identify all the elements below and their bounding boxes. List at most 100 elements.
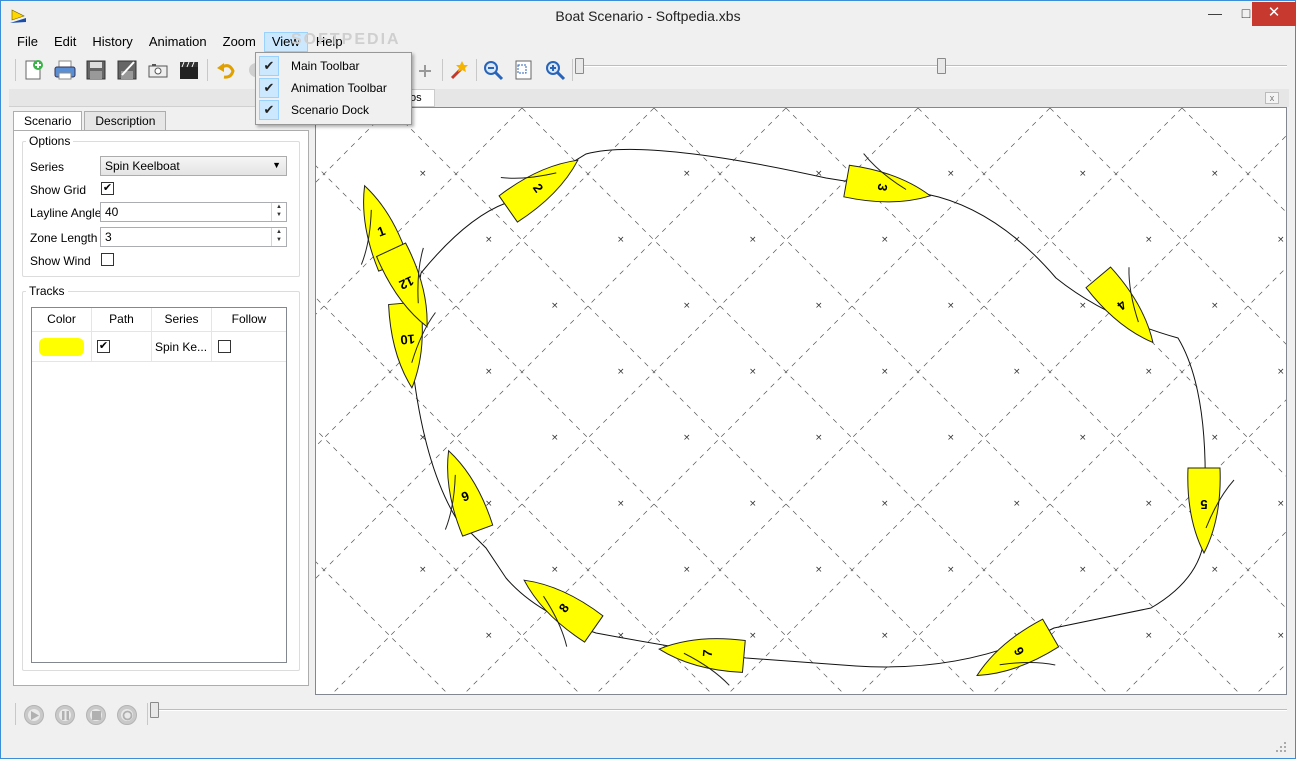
series-label: Series (30, 160, 65, 174)
loop-icon[interactable] (117, 705, 137, 725)
save-icon[interactable] (83, 57, 109, 83)
menu-history[interactable]: History (84, 32, 140, 52)
grid-mark: × (683, 301, 691, 311)
grid-mark: × (617, 367, 625, 377)
toolbar-separator (476, 59, 477, 81)
spin-down-icon[interactable]: ▼ (272, 236, 286, 244)
scenario-canvas[interactable]: × × × × × × × × × × × × × × × × × × × × × × × × × × × × × × × × × × × × × × × ×… (315, 107, 1287, 707)
column-header-path[interactable]: Path (92, 308, 152, 332)
layline-angle-spinbox[interactable]: 40 ▲ ▼ (100, 202, 287, 222)
minimize-button[interactable]: — (1198, 2, 1232, 26)
zone-length-label: Zone Length (30, 231, 98, 245)
toolbar-separator (572, 59, 573, 81)
series-combo[interactable]: Spin Keelboat ▼ (100, 156, 287, 176)
zoom-slider-handle[interactable] (936, 58, 946, 74)
spin-down-icon[interactable]: ▼ (272, 211, 286, 219)
chevron-down-icon: ▼ (272, 160, 281, 170)
column-header-color[interactable]: Color (32, 308, 92, 332)
tracks-table: Color Path Series Follow ✔ Spin Ke... (31, 307, 287, 663)
grid-mark: × (617, 499, 625, 509)
pause-icon[interactable] (55, 705, 75, 725)
grid-lines (316, 108, 1286, 694)
track-series-cell[interactable]: Spin Ke... (152, 332, 212, 362)
menu-item-main-toolbar[interactable]: ✔ Main Toolbar (258, 55, 409, 77)
track-follow-cell (212, 332, 286, 362)
zoom-slider-track[interactable] (579, 65, 1287, 67)
menu-zoom[interactable]: Zoom (215, 32, 264, 52)
menu-file[interactable]: File (9, 32, 46, 52)
stop-icon[interactable] (86, 705, 106, 725)
zoom-in-icon[interactable] (542, 57, 568, 83)
track-color-swatch[interactable] (39, 338, 84, 356)
snapshot-icon[interactable] (145, 57, 171, 83)
boat-3[interactable]: 3 (843, 152, 936, 212)
scenario-drawing[interactable]: × × × × × × × × × × × × × × × × × × × × × × × × × × × × × × × × × × × × × × × ×… (316, 108, 1286, 707)
undo-icon[interactable] (213, 57, 239, 83)
menu-item-animation-toolbar[interactable]: ✔ Animation Toolbar (258, 77, 409, 99)
spin-arrows-icon[interactable]: ▲ ▼ (271, 203, 286, 221)
grid-mark: × (1277, 367, 1285, 377)
timeline-track[interactable] (154, 709, 1287, 711)
grid-mark: × (881, 631, 889, 641)
zoom-out-icon[interactable] (480, 57, 506, 83)
spin-up-icon[interactable]: ▲ (272, 228, 286, 236)
show-wind-checkbox[interactable] (101, 253, 114, 266)
print-icon[interactable] (52, 57, 78, 83)
zoom-slider-min-handle[interactable] (575, 58, 584, 74)
track-color-cell[interactable] (32, 332, 92, 362)
spin-arrows-icon[interactable]: ▲ ▼ (271, 228, 286, 246)
grid-mark: × (1277, 631, 1285, 641)
grid-mark: × (1211, 565, 1219, 575)
new-file-icon[interactable] (21, 57, 47, 83)
menu-item-scenario-dock[interactable]: ✔ Scenario Dock (258, 99, 409, 121)
menu-item-label: Animation Toolbar (291, 81, 387, 95)
boat-7[interactable]: 7 (657, 633, 746, 686)
grid-mark: × (551, 433, 559, 443)
column-header-series[interactable]: Series (152, 308, 212, 332)
tab-scenario[interactable]: Scenario (13, 111, 83, 132)
grid-mark: × (815, 169, 823, 179)
show-grid-label: Show Grid (30, 183, 87, 197)
column-header-follow[interactable]: Follow (212, 308, 286, 332)
fit-page-icon[interactable] (511, 57, 537, 83)
track-path-checkbox[interactable]: ✔ (97, 340, 110, 353)
spin-up-icon[interactable]: ▲ (272, 203, 286, 211)
grid-line (727, 135, 1286, 694)
tab-description[interactable]: Description (84, 111, 167, 131)
boat-number: 10 (400, 331, 416, 347)
wand-icon[interactable] (446, 57, 472, 83)
watermark: SOFTPEDIA (291, 31, 401, 48)
timeline-handle[interactable] (150, 702, 159, 718)
track-follow-checkbox[interactable] (218, 340, 231, 353)
grid-mark: × (1277, 499, 1285, 509)
play-icon[interactable] (24, 705, 44, 725)
boat-4[interactable]: 4 (1085, 258, 1176, 353)
close-tab-icon[interactable]: x (1265, 92, 1279, 104)
save-as-icon[interactable] (114, 57, 140, 83)
add-mark-icon[interactable] (412, 57, 438, 83)
track-path-cell: ✔ (92, 332, 152, 362)
show-grid-checkbox[interactable]: ✔ (101, 182, 114, 195)
menu-animation[interactable]: Animation (141, 32, 215, 52)
zone-length-spinbox[interactable]: 3 ▲ ▼ (100, 227, 287, 247)
check-icon: ✔ (259, 78, 279, 98)
grid-mark: × (1211, 433, 1219, 443)
grid-mark: × (881, 235, 889, 245)
boat-8[interactable]: 8 (507, 567, 604, 654)
grid-line (653, 108, 1241, 694)
resize-grip-icon[interactable] (1275, 741, 1287, 753)
grid-mark: × (1145, 367, 1153, 377)
grid-mark: × (1079, 433, 1087, 443)
close-button[interactable]: ✕ (1252, 2, 1296, 26)
grid-mark: × (947, 301, 955, 311)
menu-edit[interactable]: Edit (46, 32, 84, 52)
boat-5[interactable]: 5 (1187, 467, 1235, 555)
menu-item-label: Scenario Dock (291, 103, 370, 117)
grid-mark: × (881, 367, 889, 377)
grid-mark: × (617, 235, 625, 245)
grid-line (331, 108, 919, 694)
dock-tabs: Scenario Description (13, 111, 168, 132)
show-wind-label: Show Wind (30, 254, 91, 268)
boat-2[interactable]: 2 (491, 136, 587, 223)
video-clapper-icon[interactable] (176, 57, 202, 83)
